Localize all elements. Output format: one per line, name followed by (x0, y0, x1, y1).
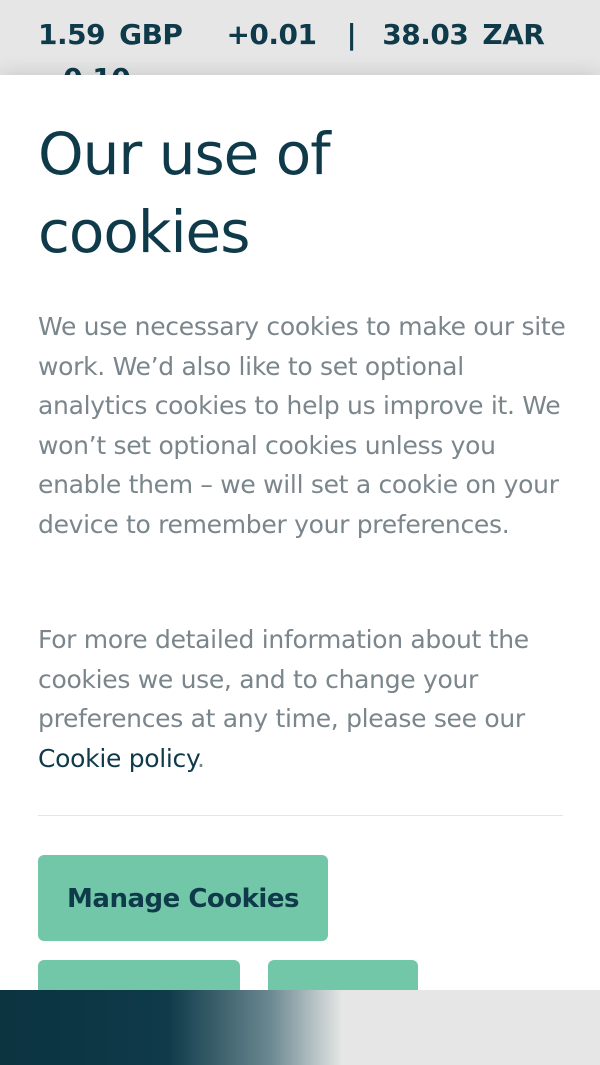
cookie-policy-paragraph: For more detailed information about the … (38, 620, 568, 778)
ticker-price-gbp: 1.59 (38, 18, 106, 51)
dialog-title: Our use of cookies (38, 120, 331, 266)
cookie-intro-paragraph: We use necessary cookies to make our sit… (38, 312, 566, 539)
page-footer-strip (0, 990, 600, 1065)
cookie-consent-dialog: Our use of cookies We use necessary cook… (0, 75, 600, 990)
ticker-currency-zar: ZAR (482, 18, 545, 51)
ticker-change-gbp: +0.01 (226, 18, 317, 51)
reject-cookies-button[interactable] (268, 960, 418, 990)
manage-cookies-button[interactable]: Manage Cookies (38, 855, 328, 941)
currency-ticker: 1.59GBP+0.01|38.03ZAR -0.10 (0, 0, 600, 95)
cookie-policy-period: . (196, 743, 205, 773)
divider (38, 815, 563, 816)
ticker-currency-gbp: GBP (119, 18, 183, 51)
cookie-policy-text: For more detailed information about the … (38, 625, 529, 733)
ticker-separator: | (346, 18, 357, 51)
ticker-price-zar: 38.03 (382, 18, 469, 51)
ticker-row: 1.59 GBP +0.01 | 38.03 ZAR (38, 18, 545, 51)
accept-cookies-button[interactable] (38, 960, 240, 990)
cookie-policy-link[interactable]: Cookie policy (38, 744, 197, 773)
